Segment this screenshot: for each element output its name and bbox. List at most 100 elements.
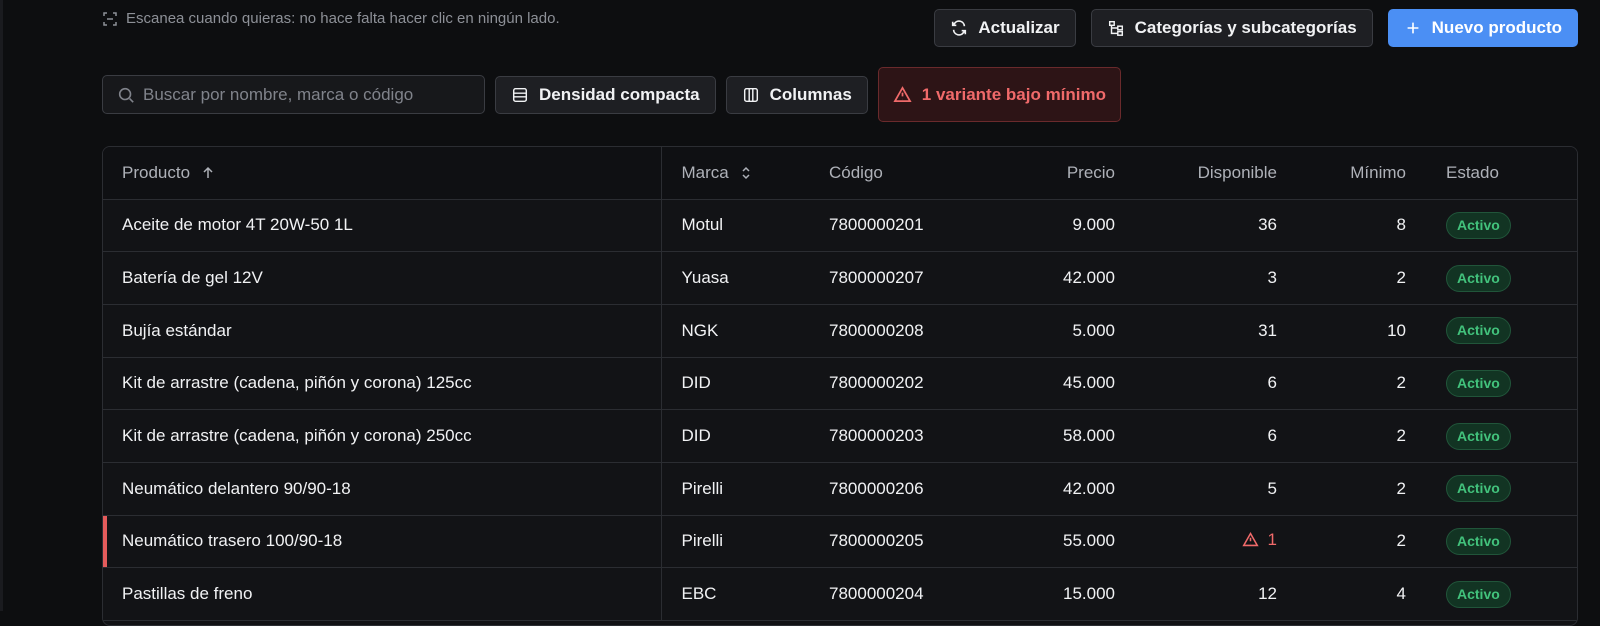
- product-name: Pastillas de freno: [103, 567, 662, 621]
- warning-icon: [893, 86, 912, 103]
- product-price: 9.000: [979, 199, 1117, 253]
- header-product-label: Producto: [122, 162, 191, 182]
- product-brand: Pirelli: [661, 515, 809, 569]
- header-code: Código: [809, 147, 979, 200]
- product-minimum: 2: [1279, 515, 1408, 569]
- product-code: 7800000204: [809, 567, 979, 621]
- product-minimum: 4: [1279, 567, 1408, 621]
- product-name: Bujía estándar: [103, 304, 662, 358]
- product-available: 6: [1117, 409, 1279, 463]
- search-icon: [118, 87, 134, 103]
- plus-icon: [1407, 22, 1419, 34]
- status-cell: Activo: [1408, 515, 1577, 569]
- refresh-button[interactable]: Actualizar: [934, 9, 1076, 47]
- product-minimum: 8: [1279, 199, 1408, 253]
- categories-label: Categorías y subcategorías: [1134, 18, 1357, 37]
- sidebar-edge: [0, 0, 3, 611]
- product-brand: Yuasa: [661, 251, 809, 305]
- product-minimum: 2: [1279, 462, 1408, 516]
- product-code: 7800000205: [809, 515, 979, 569]
- products-table: Producto Marca Código Precio Disponible …: [102, 146, 1578, 626]
- status-cell: Activo: [1408, 567, 1577, 621]
- status-badge: Activo: [1446, 422, 1511, 450]
- product-code: 7800000207: [809, 251, 979, 305]
- status-cell: Activo: [1408, 462, 1577, 516]
- status-badge: Activo: [1446, 475, 1511, 503]
- new-product-label: Nuevo producto: [1431, 18, 1562, 37]
- product-name: Kit de arrastre (cadena, piñón y corona)…: [103, 409, 662, 463]
- product-minimum: 10: [1279, 304, 1408, 358]
- status-badge: Activo: [1446, 580, 1511, 608]
- status-cell: Activo: [1408, 357, 1577, 411]
- scan-icon: [103, 11, 117, 26]
- toolbar: Buscar por nombre, marca o código Densid…: [102, 67, 1122, 122]
- product-price: 42.000: [979, 251, 1117, 305]
- product-available: 12: [1117, 567, 1279, 621]
- status-badge: Activo: [1446, 317, 1511, 345]
- product-price: 5.000: [979, 304, 1117, 358]
- sort-ascending-icon: [203, 166, 213, 178]
- columns-icon: [743, 87, 758, 102]
- status-badge: Activo: [1446, 369, 1511, 397]
- product-brand: NGK: [661, 304, 809, 358]
- status-badge: Activo: [1446, 264, 1511, 292]
- header-available: Disponible: [1117, 147, 1279, 200]
- table-row[interactable]: Neumático delantero 90/90-18 Pirelli 780…: [103, 462, 1577, 516]
- density-label: Densidad compacta: [539, 84, 700, 104]
- category-tree-icon: [1108, 20, 1123, 36]
- status-cell: Activo: [1408, 409, 1577, 463]
- product-code: 7800000201: [809, 199, 979, 253]
- product-price: 15.000: [979, 567, 1117, 621]
- table-row[interactable]: Pastillas de freno EBC 7800000204 15.000…: [103, 567, 1577, 621]
- table-row[interactable]: Batería de gel 12V Yuasa 7800000207 42.0…: [103, 251, 1577, 305]
- status-cell: Activo: [1408, 304, 1577, 358]
- status-badge: Activo: [1446, 527, 1511, 555]
- product-brand: Pirelli: [661, 462, 809, 516]
- product-code: 7800000206: [809, 462, 979, 516]
- product-name: Batería de gel 12V: [103, 251, 662, 305]
- top-actions: Actualizar Categorías y subcategorías Nu…: [934, 9, 1578, 47]
- product-price: 55.000: [979, 515, 1117, 569]
- header-brand-label: Marca: [681, 162, 729, 182]
- product-brand: Motul: [661, 199, 809, 253]
- categories-button[interactable]: Categorías y subcategorías: [1090, 9, 1373, 47]
- product-brand: DID: [661, 357, 809, 411]
- product-price: 42.000: [979, 462, 1117, 516]
- low-stock-count: 1: [1267, 529, 1277, 549]
- low-stock-value: 1: [1241, 529, 1277, 550]
- product-price: 45.000: [979, 357, 1117, 411]
- table-row[interactable]: Aceite de motor 4T 20W-50 1L Motul 78000…: [103, 199, 1577, 253]
- sort-both-icon: [742, 166, 750, 179]
- table-header-row: Producto Marca Código Precio Disponible …: [103, 147, 1577, 200]
- product-code: 7800000202: [809, 357, 979, 411]
- product-available: 5: [1117, 462, 1279, 516]
- product-name: Neumático delantero 90/90-18: [103, 462, 662, 516]
- product-minimum: 2: [1279, 251, 1408, 305]
- low-stock-alert[interactable]: 1 variante bajo mínimo: [877, 67, 1122, 122]
- warning-icon: [1241, 532, 1259, 547]
- header-brand[interactable]: Marca: [661, 147, 809, 200]
- density-icon: [512, 87, 528, 102]
- product-brand: EBC: [661, 567, 809, 621]
- product-name: Neumático trasero 100/90-18: [103, 515, 662, 569]
- table-row-low-stock[interactable]: Neumático trasero 100/90-18 Pirelli 7800…: [103, 515, 1577, 569]
- product-brand: DID: [661, 409, 809, 463]
- product-price: 58.000: [979, 409, 1117, 463]
- new-product-button[interactable]: Nuevo producto: [1387, 9, 1578, 47]
- table-row[interactable]: Bujía estándar NGK 7800000208 5.000 31 1…: [103, 304, 1577, 358]
- product-name: Aceite de motor 4T 20W-50 1L: [103, 199, 662, 253]
- search-placeholder: Buscar por nombre, marca o código: [143, 84, 414, 104]
- density-button[interactable]: Densidad compacta: [495, 75, 716, 114]
- scan-hint-text: Escanea cuando quieras: no hace falta ha…: [126, 10, 560, 27]
- product-minimum: 2: [1279, 409, 1408, 463]
- table-row[interactable]: Kit de arrastre (cadena, piñón y corona)…: [103, 357, 1577, 411]
- header-price: Precio: [979, 147, 1117, 200]
- refresh-label: Actualizar: [978, 18, 1060, 37]
- columns-button[interactable]: Columnas: [725, 75, 868, 114]
- header-status: Estado: [1408, 147, 1577, 200]
- table-row[interactable]: Kit de arrastre (cadena, piñón y corona)…: [103, 409, 1577, 463]
- scan-hint: Escanea cuando quieras: no hace falta ha…: [102, 10, 560, 27]
- product-code: 7800000203: [809, 409, 979, 463]
- header-product[interactable]: Producto: [103, 147, 662, 200]
- search-input[interactable]: Buscar por nombre, marca o código: [102, 75, 485, 114]
